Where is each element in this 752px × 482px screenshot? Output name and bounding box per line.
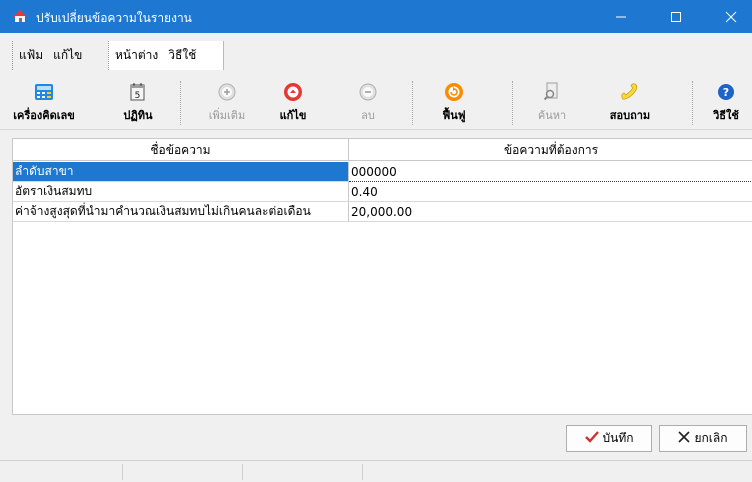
minimize-icon — [616, 16, 626, 17]
calculator-icon — [33, 81, 55, 103]
restore-icon — [443, 81, 465, 103]
edit-button[interactable]: แก้ไข — [270, 79, 316, 127]
help-icon: ? — [715, 81, 737, 103]
minus-circle-icon — [357, 81, 379, 103]
menu-file[interactable]: แฟ้ม — [19, 46, 43, 65]
menu-help[interactable]: วิธีใช้ — [168, 46, 196, 65]
search-label: ค้นหา — [537, 109, 567, 122]
status-divider — [362, 464, 363, 480]
column-header-name[interactable]: ชื่อข้อความ — [13, 139, 349, 161]
add-button[interactable]: เพิ่มเติม — [198, 79, 256, 127]
dialog-window: ปรับเปลี่ยนข้อความในรายงาน แฟ้ม แก้ไข หน… — [0, 0, 752, 482]
plus-circle-icon — [216, 81, 238, 103]
maximize-button[interactable] — [653, 0, 699, 33]
table-row[interactable]: ค่าจ้างสูงสุดที่นำมาคำนวณเงินสมทบไม่เกิน… — [13, 202, 752, 222]
toolbar: เครื่องคิดเลข 5 ปฏิทิน เพิ่มเติม แก้ไข ล… — [0, 75, 752, 130]
toolbar-separator — [512, 81, 513, 125]
edit-icon — [282, 81, 304, 103]
row-value-cell[interactable]: 20,000.00 — [349, 202, 752, 222]
row-value-cell[interactable]: 0.40 — [349, 182, 752, 202]
minimize-button[interactable] — [598, 0, 644, 33]
search-button[interactable]: ค้นหา — [526, 79, 578, 127]
inquire-label: สอบถาม — [609, 109, 651, 122]
row-value-cell[interactable]: 000000 — [349, 162, 752, 182]
svg-text:?: ? — [723, 86, 729, 99]
row-name-cell[interactable]: ลำดับสาขา — [13, 162, 349, 182]
menu-group-file: แฟ้ม แก้ไข — [12, 41, 104, 70]
grid-header: ชื่อข้อความ ข้อความที่ต้องการ — [13, 139, 752, 161]
checkmark-icon — [584, 431, 599, 446]
status-divider — [242, 464, 243, 480]
close-button[interactable] — [708, 0, 752, 33]
calculator-button[interactable]: เครื่องคิดเลข — [10, 79, 78, 127]
inquire-button[interactable]: สอบถาม — [606, 79, 654, 127]
toolbar-separator — [180, 81, 181, 125]
table-row[interactable]: ลำดับสาขา 000000 — [13, 162, 752, 182]
menu-group-window: หน้าต่าง วิธีใช้ — [108, 41, 224, 70]
toolbar-separator — [692, 81, 693, 125]
calendar-button[interactable]: 5 ปฏิทิน — [114, 79, 162, 127]
save-button[interactable]: บันทึก — [566, 425, 652, 452]
maximize-icon — [671, 11, 681, 22]
restore-label: ฟื้นฟู — [442, 109, 466, 122]
window-title: ปรับเปลี่ยนข้อความในรายงาน — [36, 11, 192, 25]
delete-button[interactable]: ลบ — [348, 79, 388, 127]
menu-window[interactable]: หน้าต่าง — [115, 46, 158, 65]
status-bar — [0, 460, 752, 482]
save-label: บันทึก — [602, 431, 634, 445]
x-icon — [678, 431, 691, 446]
column-header-value[interactable]: ข้อความที่ต้องการ — [349, 139, 752, 161]
search-icon — [541, 81, 563, 103]
phone-icon — [619, 81, 641, 103]
menu-bar: แฟ้ม แก้ไข หน้าต่าง วิธีใช้ — [0, 33, 752, 75]
toolbar-separator — [412, 81, 413, 125]
help-button[interactable]: ? วิธีใช้ — [704, 79, 748, 127]
row-name-cell[interactable]: อัตราเงินสมทบ — [13, 182, 349, 202]
delete-label: ลบ — [361, 109, 375, 122]
calendar-day-number: 5 — [135, 91, 141, 101]
cancel-button[interactable]: ยกเลิก — [659, 425, 747, 452]
calculator-label: เครื่องคิดเลข — [13, 109, 75, 122]
status-divider — [122, 464, 123, 480]
title-bar[interactable]: ปรับเปลี่ยนข้อความในรายงาน — [0, 0, 752, 33]
calendar-label: ปฏิทิน — [123, 109, 153, 122]
cancel-label: ยกเลิก — [694, 431, 728, 445]
calendar-icon: 5 — [127, 81, 149, 103]
add-label: เพิ่มเติม — [208, 109, 246, 122]
app-icon — [12, 9, 28, 23]
edit-label: แก้ไข — [279, 109, 307, 122]
data-grid: ชื่อข้อความ ข้อความที่ต้องการ ลำดับสาขา … — [12, 138, 752, 414]
button-panel: บันทึก ยกเลิก — [12, 414, 752, 460]
row-name-cell[interactable]: ค่าจ้างสูงสุดที่นำมาคำนวณเงินสมทบไม่เกิน… — [13, 202, 349, 222]
menu-edit[interactable]: แก้ไข — [53, 46, 82, 65]
restore-button[interactable]: ฟื้นฟู — [430, 79, 478, 127]
close-icon — [725, 11, 737, 22]
help-label: วิธีใช้ — [713, 109, 739, 122]
table-row[interactable]: อัตราเงินสมทบ 0.40 — [13, 182, 752, 202]
